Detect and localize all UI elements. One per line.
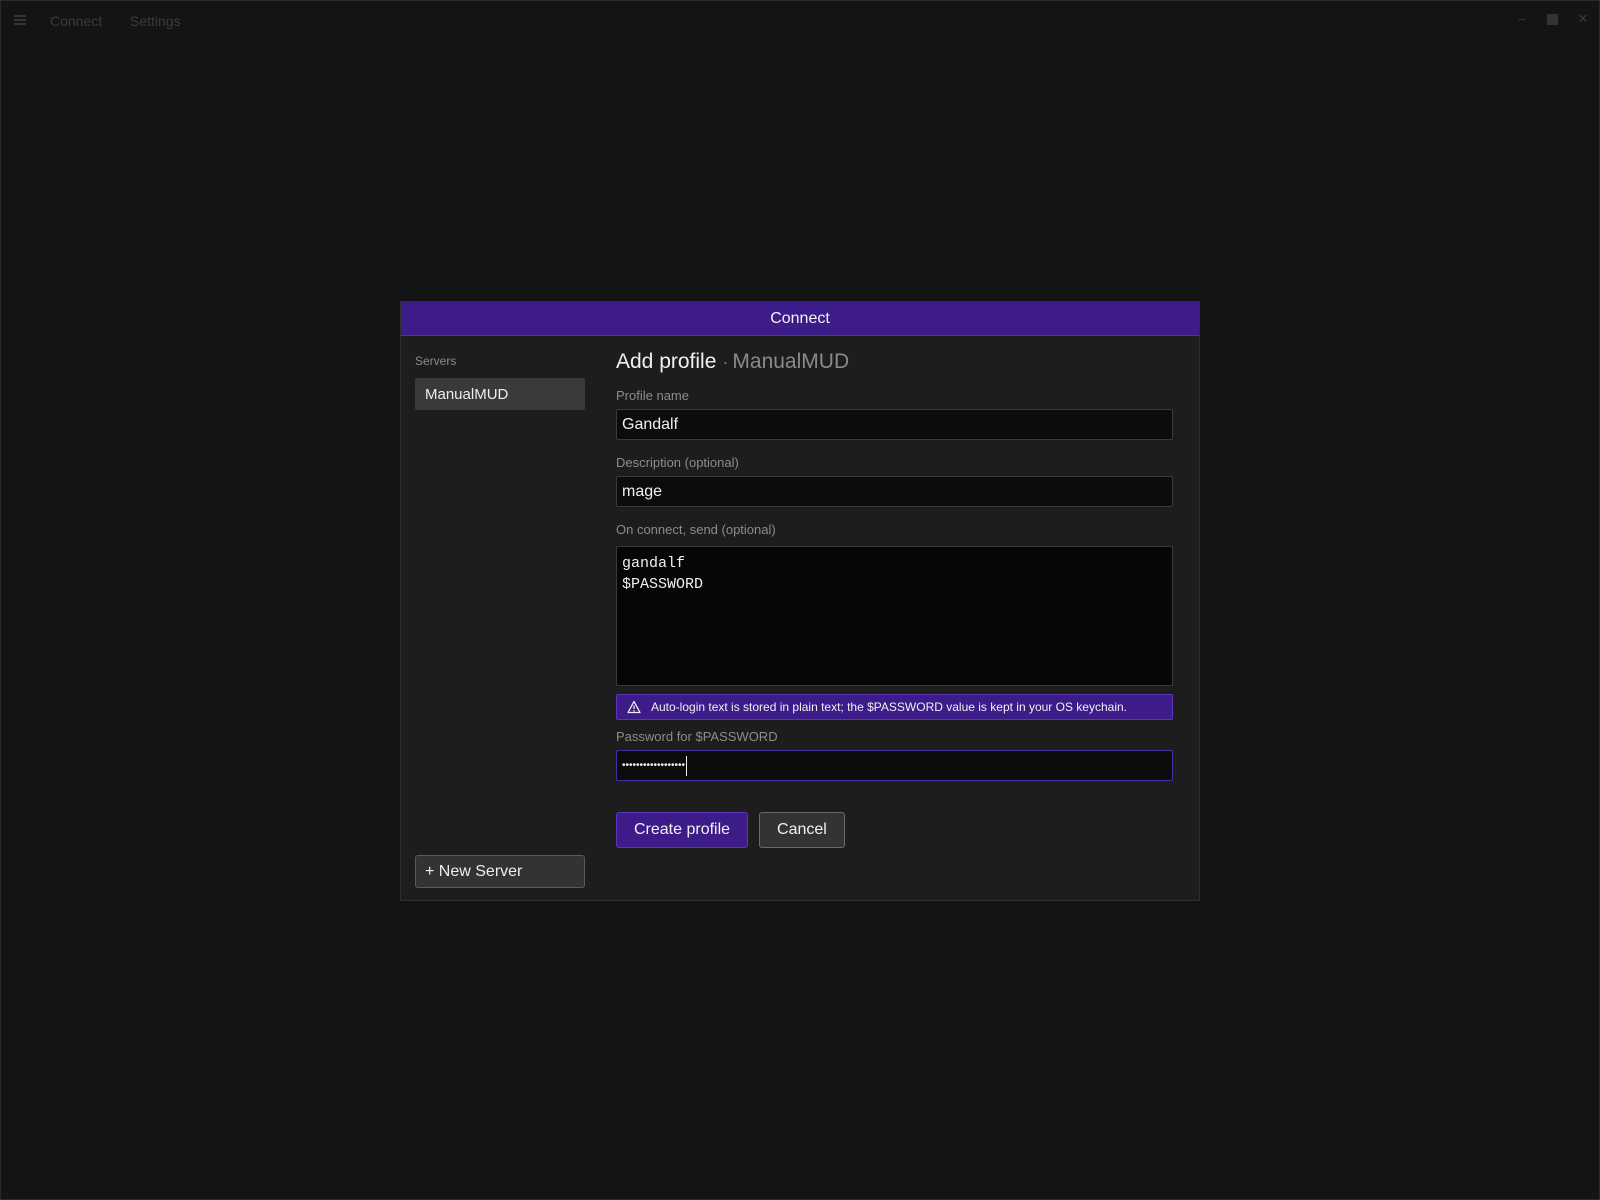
plaintext-warning-banner: Auto-login text is stored in plain text;… [616,694,1173,720]
heading-server-name: ManualMUD [732,350,850,373]
page-title-text: Add profile [616,350,717,373]
warning-text: Auto-login text is stored in plain text;… [651,700,1127,714]
connect-dialog: Connect Servers ManualMUD + New Server A… [400,301,1200,901]
heading-separator: · [722,352,729,372]
password-mask: •••••••••••••••••• [622,760,686,771]
password-field[interactable]: •••••••••••••••••• [616,750,1173,781]
description-field[interactable]: mage [616,476,1173,507]
menu-settings[interactable]: Settings [130,13,181,29]
sidebar-title: Servers [415,354,457,368]
password-label: Password for $PASSWORD [616,729,778,744]
server-item-manualmud[interactable]: ManualMUD [415,378,585,410]
title-bar: Connect Settings – ✕ [0,0,1600,42]
hamburger-menu-icon[interactable] [14,15,26,25]
server-item-label: ManualMUD [425,385,509,403]
profile-name-label: Profile name [616,388,689,403]
maximize-icon[interactable] [1547,14,1558,25]
create-profile-button[interactable]: Create profile [616,812,749,848]
profile-form: Add profile · ManualMUD Profile name Gan… [616,350,1173,848]
minimize-icon[interactable]: – [1515,12,1529,26]
on-connect-textarea[interactable]: gandalf $PASSWORD [616,546,1173,686]
page-title: Add profile · ManualMUD [616,350,1173,378]
form-actions: Create profile Cancel [616,812,1173,848]
on-connect-label: On connect, send (optional) [616,522,776,537]
profile-name-field[interactable]: Gandalf [616,409,1173,440]
warning-triangle-icon [627,700,641,714]
servers-sidebar: Servers ManualMUD + New Server [415,350,585,888]
new-server-button[interactable]: + New Server [415,855,585,888]
window-controls: – ✕ [1515,12,1590,26]
dialog-title: Connect [770,309,830,327]
cancel-button[interactable]: Cancel [759,812,845,848]
close-icon[interactable]: ✕ [1576,12,1590,26]
menu-connect[interactable]: Connect [50,13,102,29]
text-caret [686,755,688,776]
description-label: Description (optional) [616,455,739,470]
dialog-header: Connect [401,302,1199,336]
